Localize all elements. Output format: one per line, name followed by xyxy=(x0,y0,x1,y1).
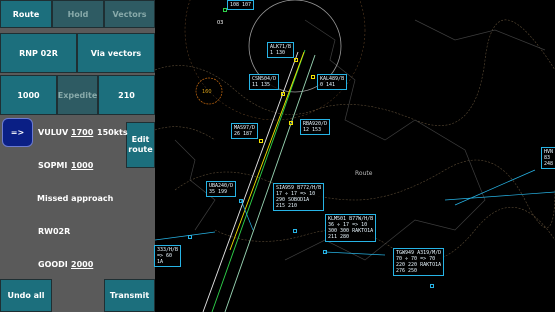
altitude-1000-button[interactable]: 1000 xyxy=(0,75,57,115)
aircraft-tag-top[interactable]: 108 107 xyxy=(227,0,255,10)
waypoint-vuluv-altitude[interactable]: 1700 xyxy=(71,128,93,137)
waypoint-sopmi-name[interactable]: SOPMI xyxy=(38,161,67,170)
aircraft-tag-kal489[interactable]: KAL489/B 0 141 xyxy=(317,74,348,90)
waypoint-03-label: 03 xyxy=(217,20,223,26)
tab-vectors[interactable]: Vectors xyxy=(104,0,155,28)
tab-hold[interactable]: Hold xyxy=(52,0,104,28)
aircraft-tag-csn504[interactable]: CSN504/D 11 135 xyxy=(249,74,280,90)
aircraft-tag-mas97[interactable]: MAS97/D 26 187 xyxy=(231,123,259,139)
control-panel: Route Hold Vectors RNP 02R Via vectors 1… xyxy=(0,0,155,312)
aircraft-symbol[interactable] xyxy=(239,199,243,203)
speed-210-button[interactable]: 210 xyxy=(98,75,155,115)
edit-route-button[interactable]: Edit route xyxy=(126,122,155,168)
waypoint-rw02r-name[interactable]: RW02R xyxy=(38,227,70,236)
waypoint-vuluv-name[interactable]: VULUV xyxy=(38,128,68,137)
via-vectors-button[interactable]: Via vectors xyxy=(77,33,155,73)
aircraft-tag-uba240[interactable]: UBA240/D 35 199 xyxy=(206,181,237,197)
aircraft-symbol[interactable] xyxy=(188,235,192,239)
route-label: Route xyxy=(355,170,373,177)
aircraft-tag-klm501[interactable]: KLM501 B77W/H/B 36 ÷ 17 => 10 300 300 RA… xyxy=(325,214,377,242)
waypoint-goodi-name[interactable]: GOODI xyxy=(38,260,68,269)
aircraft-symbol[interactable] xyxy=(293,229,297,233)
undo-all-button[interactable]: Undo all xyxy=(0,279,52,312)
transmit-button[interactable]: Transmit xyxy=(104,279,155,312)
aircraft-symbol[interactable] xyxy=(281,92,285,96)
aircraft-tag-tgw949[interactable]: TGW949 A319/M/D 70 ÷ 70 => 70 220 220 RA… xyxy=(393,248,445,276)
aircraft-symbol[interactable] xyxy=(430,284,434,288)
aircraft-tag-right-partial[interactable]: HVN 83 248 xyxy=(541,147,555,169)
aircraft-tag-alk71[interactable]: ALK71/B 1 130 xyxy=(267,42,295,58)
expedite-button[interactable]: Expedite xyxy=(57,75,98,115)
aircraft-tag-rba920[interactable]: RBA920/D 12 153 xyxy=(300,119,331,135)
waypoint-sopmi-altitude[interactable]: 1000 xyxy=(71,161,93,170)
missed-approach-item[interactable]: Missed approach xyxy=(37,194,113,203)
outer-range-ring xyxy=(184,0,366,121)
aircraft-symbol[interactable] xyxy=(294,58,298,62)
waypoint-vuluv-speed[interactable]: 150kts xyxy=(97,128,128,137)
runway-approach-button[interactable]: RNP 02R xyxy=(0,33,77,73)
radar-scope[interactable]: Route 03 160 108 107 ALK71/B 1 130 CSN50… xyxy=(154,0,555,312)
radar-map: Route 03 160 xyxy=(155,0,555,312)
aircraft-symbol[interactable] xyxy=(323,250,327,254)
aircraft-tag-left-partial[interactable]: 333/H/B => 60 1A xyxy=(154,245,182,267)
aircraft-tag-sia959[interactable]: SIA959 B772/H/B 17 ÷ 17 => 10 290 SOBOD1… xyxy=(273,183,325,211)
area-160-label: 160 xyxy=(202,89,212,95)
aircraft-symbol[interactable] xyxy=(311,75,315,79)
aircraft-symbol[interactable] xyxy=(259,139,263,143)
aircraft-symbol[interactable] xyxy=(289,121,293,125)
direct-to-button[interactable]: => xyxy=(2,118,33,147)
waypoint-goodi-altitude[interactable]: 2000 xyxy=(71,260,93,269)
tab-route[interactable]: Route xyxy=(0,0,52,28)
